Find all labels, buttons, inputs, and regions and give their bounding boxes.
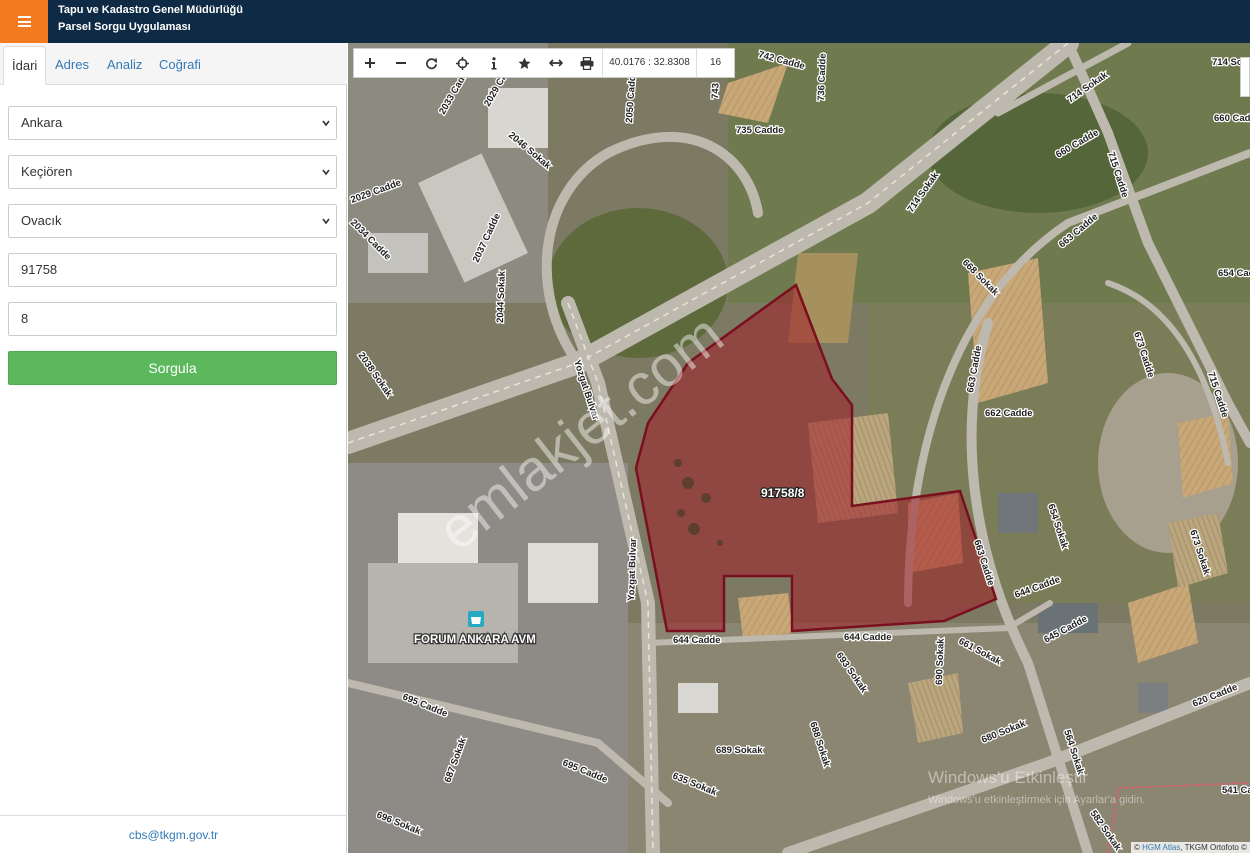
map-view[interactable]: 742 Cadde 736 Cadde 735 Cadde 743 2050 C… — [348, 43, 1250, 853]
tab-cografi[interactable]: Coğrafi — [151, 46, 209, 85]
ilce-select-value: Keçiören — [21, 164, 73, 179]
attribution-rest: , TKGM Ortofoto © — [1180, 843, 1247, 852]
chevron-down-icon — [322, 169, 330, 176]
ada-input-value: 91758 — [21, 262, 58, 277]
header-bar: Tapu ve Kadastro Genel Müdürlüğü Parsel … — [0, 0, 1250, 43]
chevron-down-icon — [322, 120, 330, 127]
tab-idari[interactable]: İdari — [3, 46, 47, 85]
parsel-input-value: 8 — [21, 311, 29, 326]
map-side-control[interactable] — [1240, 57, 1250, 97]
watermark: emlakjet.com — [426, 302, 735, 564]
star-icon — [518, 56, 531, 69]
mahalle-select[interactable]: Ovacık — [8, 204, 337, 238]
plus-icon — [364, 58, 375, 68]
print-button[interactable] — [571, 49, 602, 77]
sorgula-button[interactable]: Sorgula — [8, 351, 337, 385]
menu-button[interactable] — [0, 0, 48, 43]
hamburger-icon — [17, 16, 31, 27]
refresh-button[interactable] — [416, 49, 447, 77]
measure-button[interactable] — [540, 49, 571, 77]
footer: cbs@tkgm.gov.tr — [0, 815, 347, 853]
parsel-input[interactable]: 8 — [8, 302, 337, 336]
map-attribution: © HGM Atlas, TKGM Ortofoto © — [1130, 842, 1250, 853]
app-title-line2: Parsel Sorgu Uygulaması — [58, 21, 191, 33]
refresh-icon — [426, 57, 437, 69]
parcel-label: 91758/8 — [761, 486, 805, 500]
zoom-in-button[interactable] — [354, 49, 385, 77]
app-title: Tapu ve Kadastro Genel Müdürlüğü Parsel … — [58, 2, 243, 36]
info-button[interactable] — [478, 49, 509, 77]
windows-activation-notice: Windows'u Etkinleştir — [928, 768, 1088, 787]
poi-label: FORUM ANKARA AVM — [414, 634, 536, 646]
tab-adres[interactable]: Adres — [47, 46, 97, 85]
map-toolbar: 40.0176 : 32.8308 16 — [353, 48, 735, 78]
query-panel: İdari Adres Analiz Coğrafi Ankara Keçiör… — [0, 43, 347, 853]
map-overlays: 91758/8 emlakjet.com FORUM ANKARA AVM Wi… — [413, 302, 1146, 806]
minus-icon — [395, 62, 406, 64]
info-icon — [491, 56, 496, 69]
mahalle-select-value: Ovacık — [21, 213, 62, 228]
favorite-button[interactable] — [509, 49, 540, 77]
coordinate-display: 40.0176 : 32.8308 — [602, 49, 696, 77]
tab-bar: İdari Adres Analiz Coğrafi — [0, 43, 347, 85]
tab-analiz[interactable]: Analiz — [99, 46, 150, 85]
chevron-down-icon — [322, 218, 330, 225]
attribution-prefix: © — [1133, 843, 1143, 852]
crosshair-icon — [456, 56, 469, 70]
ada-input[interactable]: 91758 — [8, 253, 337, 287]
locate-button[interactable] — [447, 49, 478, 77]
hgm-atlas-link[interactable]: HGM Atlas — [1142, 843, 1180, 852]
il-select[interactable]: Ankara — [8, 106, 337, 140]
windows-activation-notice-sub: Windows'u etkinleştirmek için Ayarlar'a … — [928, 794, 1145, 806]
app-title-line1: Tapu ve Kadastro Genel Müdürlüğü — [58, 4, 243, 16]
print-icon — [580, 56, 593, 70]
zoom-level-display: 16 — [696, 49, 734, 77]
ilce-select[interactable]: Keçiören — [8, 155, 337, 189]
il-select-value: Ankara — [21, 115, 63, 130]
zoom-out-button[interactable] — [385, 49, 416, 77]
contact-email-link[interactable]: cbs@tkgm.gov.tr — [129, 828, 218, 842]
measure-arrows-icon — [548, 59, 563, 67]
